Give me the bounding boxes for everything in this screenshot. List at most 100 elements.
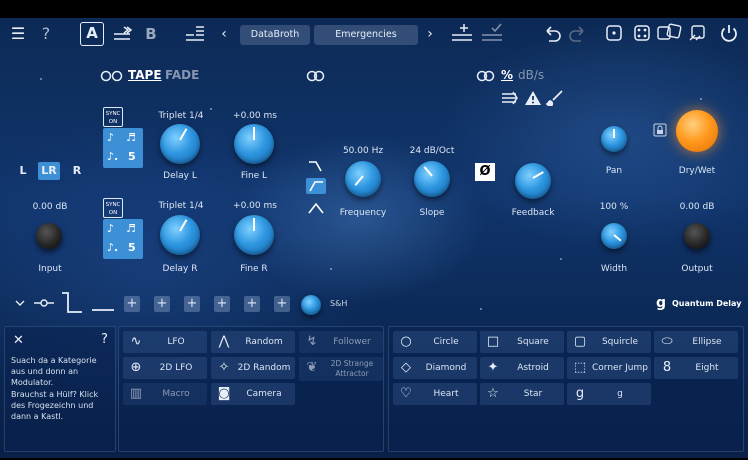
add-mod-slot-button[interactable]: +	[154, 296, 170, 312]
feedback-link-icon[interactable]	[476, 70, 496, 82]
db-mode-tab[interactable]: dB/s	[518, 68, 544, 82]
confirm-preset-icon[interactable]	[480, 22, 506, 44]
fine-l-knob[interactable]	[234, 124, 274, 164]
bandpass-filter-icon[interactable]	[306, 200, 326, 216]
next-preset-button[interactable]: ›	[424, 24, 436, 44]
shape-square[interactable]: □ Square	[480, 331, 564, 353]
modulator-macro[interactable]: ▥ Macro	[123, 383, 207, 405]
shape-circle[interactable]: ○ Circle	[393, 331, 477, 353]
frequency-value: 50.00 Hz	[342, 146, 384, 156]
undo-icon[interactable]	[542, 24, 562, 44]
chevron-down-icon[interactable]	[14, 298, 26, 308]
stereo-link-icon[interactable]	[100, 70, 124, 82]
modulator-follower[interactable]: ↯ Follower	[299, 331, 383, 353]
delay-l-knob[interactable]	[160, 124, 200, 164]
dry-wet-knob[interactable]	[676, 110, 718, 152]
input-knob[interactable]	[36, 223, 62, 249]
brush-icon[interactable]	[546, 90, 564, 106]
copy-a-to-b-icon[interactable]	[112, 24, 134, 44]
dice-four-icon[interactable]	[632, 23, 652, 43]
note-quintuplet-label[interactable]: 5	[128, 241, 136, 254]
pan-knob[interactable]	[601, 126, 627, 152]
note-dotted-icon[interactable]: ♪.	[107, 241, 118, 254]
note-value-grid-r[interactable]: ♪ ♬ ♪. 5	[103, 219, 143, 259]
delay-r-knob[interactable]	[160, 215, 200, 255]
route-arrows-icon[interactable]	[500, 90, 522, 106]
shape-squircle[interactable]: ▢ Squircle	[567, 331, 651, 353]
highpass-filter-icon[interactable]	[306, 158, 326, 174]
shape-heart[interactable]: ♡ Heart	[393, 383, 477, 405]
modulator-lfo[interactable]: ∿ LFO	[123, 331, 207, 353]
note-quarter-icon[interactable]: ♪	[107, 222, 114, 235]
follower-icon: ↯	[306, 334, 318, 349]
preset-list-icon[interactable]	[184, 23, 208, 45]
menu-icon[interactable]: ☰	[8, 24, 28, 44]
add-mod-slot-button[interactable]: +	[124, 296, 140, 312]
note-sixteenth-icon[interactable]: ♬	[126, 222, 136, 235]
shape-eight[interactable]: 8 Eight	[654, 357, 738, 379]
shape-star[interactable]: ☆ Star	[480, 383, 564, 405]
source-connector-icon[interactable]	[34, 298, 54, 308]
note-value-grid-l[interactable]: ♪ ♬ ♪. 5	[103, 128, 143, 168]
help-icon[interactable]: ?	[101, 332, 108, 347]
shape-diamond[interactable]: ◇ Diamond	[393, 357, 477, 379]
tape-mode-tab[interactable]: TAPE	[128, 68, 162, 82]
shape-astroid[interactable]: ✦ Astroid	[480, 357, 564, 379]
shape-corner-jump[interactable]: ⬚ Corner Jump	[567, 357, 651, 379]
warning-icon[interactable]	[524, 90, 542, 106]
percent-mode-tab[interactable]: %	[501, 68, 513, 82]
add-mod-slot-button[interactable]: +	[244, 296, 260, 312]
phase-invert-button[interactable]: Ø	[475, 163, 495, 181]
note-sixteenth-icon[interactable]: ♬	[126, 131, 136, 144]
heart-icon: ♡	[400, 386, 412, 401]
link-rings-icon[interactable]	[306, 70, 326, 82]
slope-value: 24 dB/Oct	[409, 146, 455, 156]
lock-icon[interactable]	[652, 122, 668, 138]
shape-g[interactable]: g g	[567, 383, 651, 405]
fine-r-value: +0.00 ms	[233, 201, 277, 211]
preset-a-button[interactable]: A	[80, 22, 104, 46]
modulator-2d-lfo[interactable]: ⊕ 2D LFO	[123, 357, 207, 379]
frequency-knob[interactable]	[345, 161, 381, 197]
prev-preset-button[interactable]: ‹	[218, 24, 230, 44]
lowpass-filter-button[interactable]	[306, 178, 326, 194]
fade-mode-tab[interactable]: FADE	[165, 68, 199, 82]
preset-selector[interactable]: Emergencies	[314, 25, 418, 45]
add-mod-slot-button[interactable]: +	[274, 296, 290, 312]
modulator-2d-random[interactable]: ✧ 2D Random	[211, 357, 295, 379]
fine-r-knob[interactable]	[234, 215, 274, 255]
bank-selector[interactable]: DataBroth	[240, 25, 310, 45]
brand-logo: g	[656, 295, 667, 311]
channel-r-button[interactable]: R	[66, 162, 88, 180]
dice-one-icon[interactable]	[604, 23, 624, 43]
close-icon[interactable]: ✕	[13, 333, 24, 348]
figure-eight-icon: 8	[662, 360, 672, 375]
sample-hold-knob[interactable]	[301, 295, 321, 315]
modulation-curve-icon[interactable]	[60, 290, 116, 316]
note-dotted-icon[interactable]: ♪.	[107, 150, 118, 163]
shape-ellipse[interactable]: ⬭ Ellipse	[654, 331, 738, 353]
randomize-settings-icon[interactable]	[688, 22, 710, 44]
width-knob[interactable]	[601, 223, 627, 249]
preset-b-button[interactable]: B	[142, 24, 160, 44]
modulator-random[interactable]: ⋀ Random	[211, 331, 295, 353]
dice-pair-icon[interactable]	[656, 22, 682, 44]
save-preset-icon[interactable]	[450, 22, 476, 44]
macro-icon: ▥	[129, 386, 143, 401]
modulator-camera[interactable]: ◙ Camera	[211, 383, 295, 405]
sync-toggle-r[interactable]: SYNC ON	[103, 198, 123, 218]
slope-knob[interactable]	[414, 161, 450, 197]
output-knob[interactable]	[684, 223, 710, 249]
channel-lr-button[interactable]: LR	[38, 162, 60, 180]
power-icon[interactable]	[718, 22, 740, 44]
note-quarter-icon[interactable]: ♪	[107, 131, 114, 144]
sync-toggle-l[interactable]: SYNC ON	[103, 107, 123, 127]
redo-icon[interactable]	[568, 24, 588, 44]
modulator-2d-strange-attractor[interactable]: ❦ 2D Strange Attractor	[299, 357, 383, 381]
feedback-knob[interactable]	[515, 163, 551, 199]
channel-l-button[interactable]: L	[12, 162, 34, 180]
add-mod-slot-button[interactable]: +	[184, 296, 200, 312]
help-button[interactable]: ?	[36, 24, 56, 44]
note-quintuplet-label[interactable]: 5	[128, 150, 136, 163]
add-mod-slot-button[interactable]: +	[214, 296, 230, 312]
